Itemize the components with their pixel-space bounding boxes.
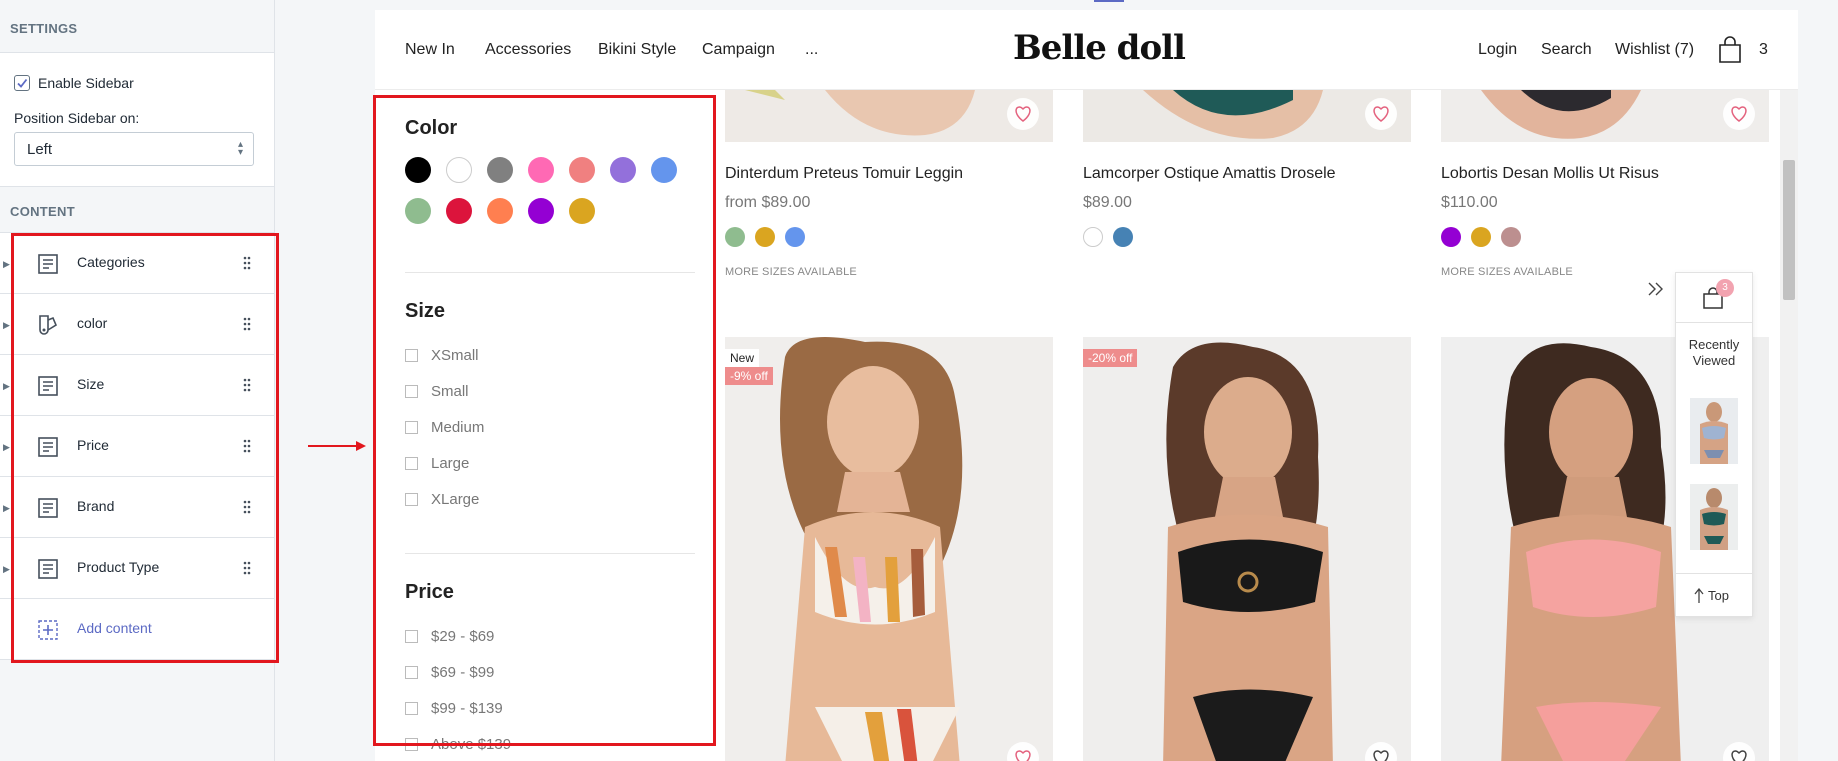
nav-login[interactable]: Login <box>1478 41 1517 59</box>
recently-viewed-title: Recently Viewed <box>1688 337 1740 368</box>
select-caret-icon: ▴ ▾ <box>237 139 243 158</box>
new-badge: New <box>725 349 760 367</box>
product-price: $89.00 <box>1083 194 1132 211</box>
recently-viewed-widget: 3 Recently Viewed Top <box>1648 272 1753 617</box>
enable-sidebar-label: Enable Sidebar <box>38 75 134 91</box>
heart-icon <box>1731 750 1747 761</box>
nav-bikini-style[interactable]: Bikini Style <box>598 41 676 59</box>
product-image[interactable] <box>1083 90 1411 142</box>
settings-section-title: SETTINGS <box>10 21 78 36</box>
checkmark-icon <box>17 78 28 88</box>
heart-icon <box>1015 106 1031 122</box>
color-option[interactable] <box>725 227 745 247</box>
color-option[interactable] <box>1113 227 1133 247</box>
store-header: New In Accessories Bikini Style Campaign… <box>375 10 1798 90</box>
expand-arrow-icon[interactable]: ▶ <box>3 381 10 392</box>
product-title[interactable]: Lobortis Desan Mollis Ut Risus <box>1441 165 1659 183</box>
sale-badge: -9% off <box>725 367 773 385</box>
color-option[interactable] <box>1441 227 1461 247</box>
cart-count: 3 <box>1759 41 1768 58</box>
position-sidebar-label: Position Sidebar on: <box>14 110 140 126</box>
color-option[interactable] <box>1501 227 1521 247</box>
position-sidebar-select[interactable]: Left ▴ ▾ <box>14 132 254 166</box>
recent-product-thumbnail[interactable] <box>1690 484 1738 550</box>
product-title[interactable]: Dinterdum Preteus Tomuir Leggin <box>725 165 963 183</box>
more-sizes-note: MORE SIZES AVAILABLE <box>1441 266 1573 278</box>
position-sidebar-value: Left <box>27 141 53 158</box>
product-price: from $89.00 <box>725 194 811 211</box>
product-image[interactable] <box>1441 90 1769 142</box>
product-photo <box>725 90 1053 142</box>
settings-block: Enable Sidebar Position Sidebar on: Left… <box>0 52 274 187</box>
product-image[interactable] <box>725 90 1053 142</box>
color-option[interactable] <box>785 227 805 247</box>
heart-icon <box>1731 106 1747 122</box>
nav-campaign[interactable]: Campaign <box>702 41 775 59</box>
heart-icon <box>1373 106 1389 122</box>
nav-search[interactable]: Search <box>1541 41 1592 59</box>
heart-icon <box>1015 750 1031 761</box>
expand-arrow-icon[interactable]: ▶ <box>3 259 10 270</box>
wishlist-button[interactable] <box>1723 98 1755 130</box>
product-title[interactable]: Lamcorper Ostique Amattis Drosele <box>1083 165 1336 183</box>
expand-arrow-icon[interactable]: ▶ <box>3 503 10 514</box>
nav-accessories[interactable]: Accessories <box>485 41 571 59</box>
annotation-highlight-filters <box>373 95 716 746</box>
heart-icon <box>1373 750 1389 761</box>
nav-wishlist[interactable]: Wishlist (7) <box>1615 41 1694 59</box>
thumbnail-photo <box>1690 398 1738 464</box>
expand-arrow-icon[interactable]: ▶ <box>3 442 10 453</box>
nav-more[interactable]: ... <box>805 41 818 59</box>
color-option[interactable] <box>755 227 775 247</box>
product-photo <box>1083 337 1411 761</box>
more-sizes-note: MORE SIZES AVAILABLE <box>725 266 857 278</box>
color-option[interactable] <box>1471 227 1491 247</box>
arrow-up-icon <box>1694 588 1704 603</box>
recent-product-thumbnail[interactable] <box>1690 398 1738 464</box>
content-section-title: CONTENT <box>10 204 75 219</box>
back-to-top-button[interactable]: Top <box>1676 573 1752 617</box>
product-image[interactable]: -20% off <box>1083 337 1411 761</box>
thumbnail-photo <box>1690 484 1738 550</box>
wishlist-button[interactable] <box>1365 98 1397 130</box>
product-image[interactable]: New -9% off <box>725 337 1053 761</box>
annotation-arrow-icon <box>308 441 366 451</box>
expand-arrow-icon[interactable]: ▶ <box>3 564 10 575</box>
product-price: $110.00 <box>1441 194 1498 211</box>
collapse-double-chevron-icon[interactable] <box>1646 281 1666 297</box>
shopping-bag-icon[interactable] <box>1717 36 1743 64</box>
enable-sidebar-checkbox[interactable] <box>14 75 30 91</box>
recent-cart-count: 3 <box>1716 279 1734 297</box>
recent-cart-button[interactable]: 3 <box>1676 273 1752 323</box>
annotation-highlight-editor <box>11 233 279 663</box>
scrollbar-thumb[interactable] <box>1783 160 1795 300</box>
preview-indicator <box>1094 0 1124 2</box>
product-photo <box>1083 90 1411 142</box>
expand-arrow-icon[interactable]: ▶ <box>3 320 10 331</box>
store-logo[interactable]: Belle doll <box>1013 28 1186 68</box>
back-to-top-label: Top <box>1708 588 1729 603</box>
sale-badge: -20% off <box>1083 349 1138 367</box>
wishlist-button[interactable] <box>1007 98 1039 130</box>
product-photo <box>725 337 1053 761</box>
color-option[interactable] <box>1083 227 1103 247</box>
preview-scrollbar[interactable] <box>1780 90 1798 761</box>
product-photo <box>1441 90 1769 142</box>
nav-new-in[interactable]: New In <box>405 41 455 59</box>
